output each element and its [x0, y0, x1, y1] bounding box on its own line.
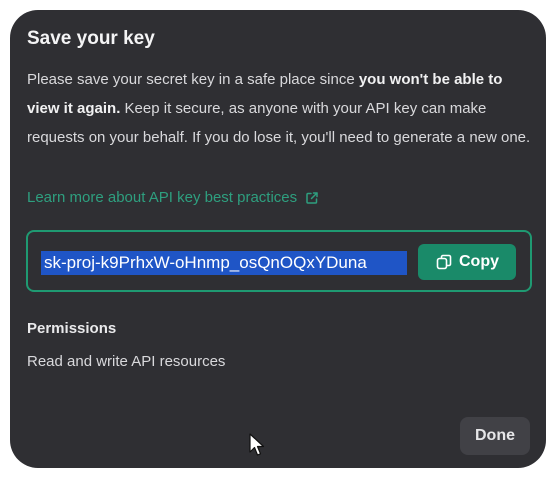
- external-link-icon: [305, 191, 319, 205]
- save-key-dialog: Save your key Please save your secret ke…: [10, 10, 546, 468]
- done-button[interactable]: Done: [460, 417, 530, 455]
- copy-icon: [435, 253, 453, 271]
- mouse-cursor-icon: [249, 433, 265, 456]
- dialog-title: Save your key: [27, 28, 155, 49]
- secret-key-field[interactable]: sk-proj-k9PrhxW-oHnmp_osQnOQxYDuna Copy: [26, 230, 532, 292]
- permissions-value: Read and write API resources: [27, 353, 226, 370]
- description-text-start: Please save your secret key in a safe pl…: [27, 71, 359, 88]
- dialog-description: Please save your secret key in a safe pl…: [27, 65, 539, 152]
- learn-more-label: Learn more about API key best practices: [27, 189, 298, 206]
- copy-button-label: Copy: [459, 253, 499, 270]
- permissions-heading: Permissions: [27, 320, 117, 337]
- secret-key-value[interactable]: sk-proj-k9PrhxW-oHnmp_osQnOQxYDuna: [41, 251, 407, 275]
- copy-button[interactable]: Copy: [418, 244, 516, 280]
- learn-more-link[interactable]: Learn more about API key best practices: [27, 189, 319, 206]
